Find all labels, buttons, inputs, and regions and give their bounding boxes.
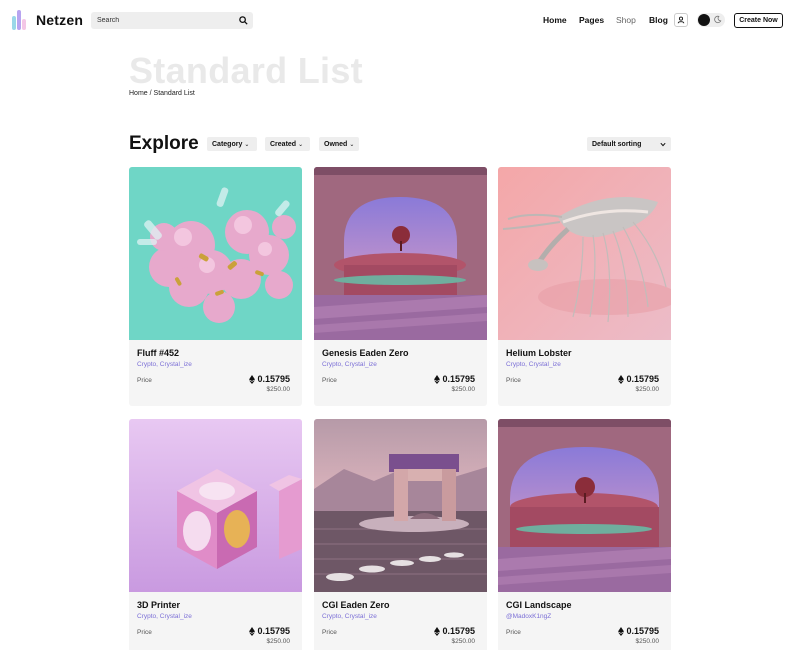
price-usd: $250.00 <box>635 386 660 393</box>
chevron-down-icon: ⌄ <box>298 141 304 148</box>
price-amount: 0.15795 <box>257 374 290 384</box>
page-title: Standard List <box>129 50 363 91</box>
theme-toggle[interactable] <box>697 13 725 27</box>
chevron-down-icon: ⌄ <box>244 141 250 148</box>
card-title[interactable]: Helium Lobster <box>506 348 663 358</box>
card-title[interactable]: CGI Eaden Zero <box>322 600 479 610</box>
price-usd: $250.00 <box>451 386 476 393</box>
ethereum-icon <box>618 374 625 384</box>
price-amount: 0.15795 <box>626 374 659 384</box>
user-account-button[interactable] <box>674 13 688 27</box>
nft-card[interactable]: Genesis Eaden Zero Crypto, Crystal_ize P… <box>314 167 487 406</box>
price-value: 0.15795 <box>249 626 290 636</box>
price-amount: 0.15795 <box>257 626 290 636</box>
filter-created-label: Created <box>270 140 297 148</box>
card-tags[interactable]: Crypto, Crystal_ize <box>322 613 479 620</box>
price-amount: 0.15795 <box>626 626 659 636</box>
nft-image[interactable] <box>129 419 302 592</box>
price-label: Price <box>506 629 521 636</box>
card-body: CGI Landscape @MadoxK1ngZ Price 0.15795 … <box>498 592 671 650</box>
chevron-down-icon: ⌄ <box>349 141 355 148</box>
price-value: 0.15795 <box>618 374 659 384</box>
create-now-button[interactable]: Create Now <box>734 13 783 28</box>
chevron-down-icon <box>660 142 666 146</box>
price-label: Price <box>137 629 152 636</box>
card-title[interactable]: Fluff #452 <box>137 348 294 358</box>
price-value: 0.15795 <box>249 374 290 384</box>
card-body: Helium Lobster Crypto, Crystal_ize Price… <box>498 340 671 406</box>
nav-shop[interactable]: Shop <box>616 15 636 25</box>
price-label: Price <box>322 377 337 384</box>
sort-select[interactable]: Default sorting <box>587 137 671 151</box>
filter-category-label: Category <box>212 140 243 148</box>
card-body: Fluff #452 Crypto, Crystal_ize Price 0.1… <box>129 340 302 406</box>
card-tags[interactable]: Crypto, Crystal_ize <box>506 361 663 368</box>
ethereum-icon <box>618 626 625 636</box>
nav-home[interactable]: Home <box>543 15 567 25</box>
price-usd: $250.00 <box>266 638 291 645</box>
brand-logo[interactable]: Netzen <box>12 10 83 30</box>
breadcrumb-current: Standard List <box>153 90 195 97</box>
search-box <box>91 12 253 29</box>
search-icon[interactable] <box>238 15 249 26</box>
card-title[interactable]: Genesis Eaden Zero <box>322 348 479 358</box>
nft-card[interactable]: CGI Landscape @MadoxK1ngZ Price 0.15795 … <box>498 419 671 650</box>
card-tags[interactable]: Crypto, Crystal_ize <box>322 361 479 368</box>
search-input[interactable] <box>97 12 232 29</box>
nft-card[interactable]: Helium Lobster Crypto, Crystal_ize Price… <box>498 167 671 406</box>
filter-owned[interactable]: Owned ⌄ <box>319 137 359 151</box>
card-tags[interactable]: @MadoxK1ngZ <box>506 613 663 620</box>
user-icon <box>677 16 685 24</box>
card-tags[interactable]: Crypto, Crystal_ize <box>137 613 294 620</box>
filter-category[interactable]: Category ⌄ <box>207 137 257 151</box>
site-header: Netzen Home Pages Shop Blog Create Now <box>0 0 800 42</box>
brand-name: Netzen <box>36 12 84 28</box>
nft-card[interactable]: CGI Eaden Zero Crypto, Crystal_ize Price… <box>314 419 487 650</box>
price-usd: $250.00 <box>635 638 660 645</box>
nft-image[interactable] <box>498 167 671 340</box>
price-label: Price <box>322 629 337 636</box>
nft-image[interactable] <box>314 167 487 340</box>
explore-heading: Explore <box>129 133 199 154</box>
breadcrumb: Home / Standard List <box>129 90 195 97</box>
filter-owned-label: Owned <box>324 140 348 148</box>
price-value: 0.15795 <box>618 626 659 636</box>
price-usd: $250.00 <box>451 638 476 645</box>
card-title[interactable]: CGI Landscape <box>506 600 663 610</box>
ethereum-icon <box>434 626 441 636</box>
nft-image[interactable] <box>498 419 671 592</box>
nft-card[interactable]: Fluff #452 Crypto, Crystal_ize Price 0.1… <box>129 167 302 406</box>
card-body: CGI Eaden Zero Crypto, Crystal_ize Price… <box>314 592 487 650</box>
ethereum-icon <box>249 374 256 384</box>
price-label: Price <box>506 377 521 384</box>
nft-image[interactable] <box>314 419 487 592</box>
price-amount: 0.15795 <box>442 374 475 384</box>
sun-icon <box>698 14 710 26</box>
card-tags[interactable]: Crypto, Crystal_ize <box>137 361 294 368</box>
card-title[interactable]: 3D Printer <box>137 600 294 610</box>
moon-icon <box>714 15 722 24</box>
price-value: 0.15795 <box>434 374 475 384</box>
ethereum-icon <box>249 626 256 636</box>
ethereum-icon <box>434 374 441 384</box>
nft-card[interactable]: 3D Printer Crypto, Crystal_ize Price 0.1… <box>129 419 302 650</box>
logo-icon <box>12 10 30 30</box>
price-amount: 0.15795 <box>442 626 475 636</box>
sort-label: Default sorting <box>592 140 642 148</box>
nft-image[interactable] <box>129 167 302 340</box>
card-body: Genesis Eaden Zero Crypto, Crystal_ize P… <box>314 340 487 406</box>
price-value: 0.15795 <box>434 626 475 636</box>
breadcrumb-home[interactable]: Home <box>129 90 148 97</box>
nav-pages[interactable]: Pages <box>579 15 604 25</box>
price-label: Price <box>137 377 152 384</box>
price-usd: $250.00 <box>266 386 291 393</box>
card-body: 3D Printer Crypto, Crystal_ize Price 0.1… <box>129 592 302 650</box>
filter-created[interactable]: Created ⌄ <box>265 137 310 151</box>
nav-blog[interactable]: Blog <box>649 15 668 25</box>
